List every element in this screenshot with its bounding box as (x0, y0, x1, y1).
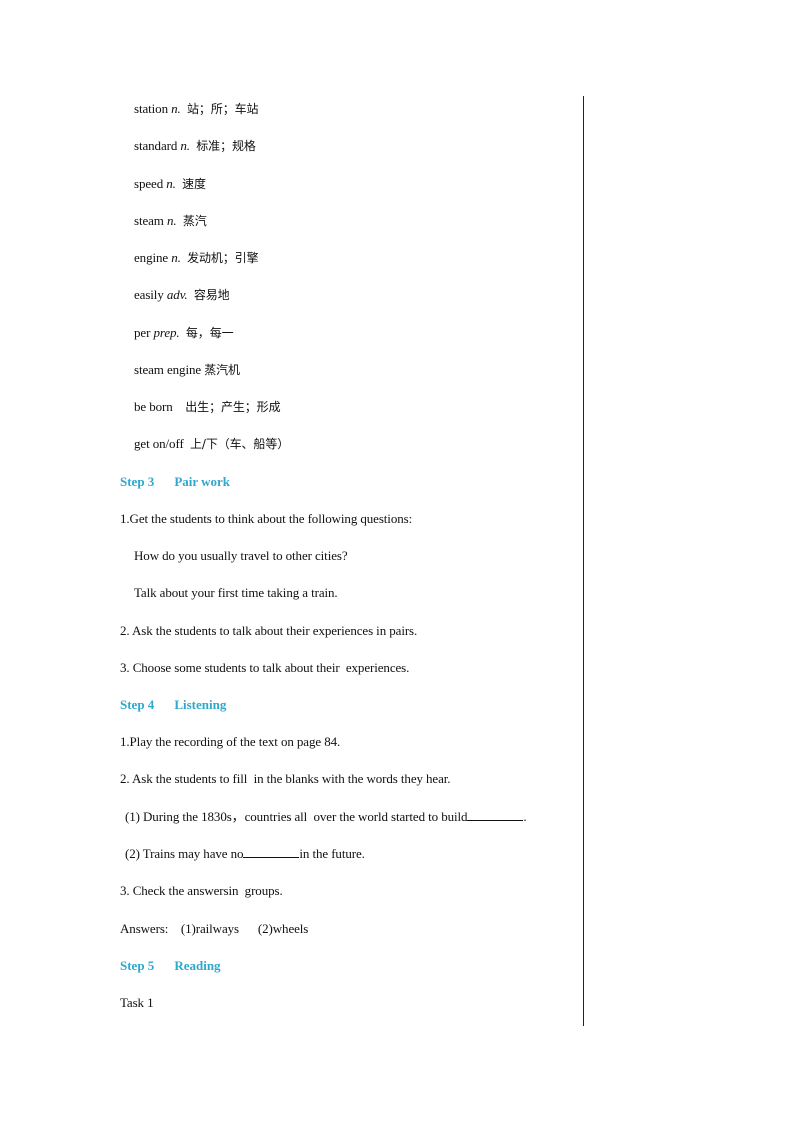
vocab-item: steam engine 蒸汽机 (134, 362, 240, 378)
table-right-border (583, 96, 584, 1026)
step4-fill-blank-1: (1) During the 1830s，countries all over … (125, 809, 527, 825)
step4-item-3: 3. Check the answersin groups. (120, 883, 283, 898)
step4-fill-blank-2: (2) Trains may have no in the future. (125, 846, 365, 862)
vocab-item: speed n. 速度 (134, 176, 206, 192)
vocab-pos: adv. (166, 287, 188, 302)
vocab-word: steam engine (134, 362, 202, 377)
blank-suffix: in the future. (299, 846, 365, 861)
vocab-word: be born (134, 399, 173, 414)
vocab-pos: n. (171, 250, 181, 265)
vocab-meaning: 容易地 (193, 288, 230, 302)
vocab-item: standard n. 标准；规格 (134, 138, 256, 154)
step-title: Listening (174, 697, 227, 712)
vocab-meaning: 上/下（车、船等） (189, 437, 290, 451)
vocab-meaning: 发动机；引擎 (187, 251, 259, 265)
answer-blank (243, 846, 300, 858)
vocab-pos: n. (171, 101, 181, 116)
vocab-meaning: 速度 (182, 177, 206, 191)
step5-heading: Step 5 Reading (120, 958, 221, 974)
step-number: Step 4 (120, 697, 155, 712)
vocab-item: engine n. 发动机；引擎 (134, 250, 259, 266)
blank-prompt: (1) During the 1830s，countries all over … (125, 809, 468, 824)
vocab-pos: n. (166, 176, 176, 191)
step3-item-3: 3. Choose some students to talk about th… (120, 660, 410, 675)
step-title: Pair work (174, 474, 231, 489)
vocab-word: engine (134, 250, 169, 265)
vocab-word: easily (134, 287, 164, 302)
step4-answers: Answers: (1)railways (2)wheels (120, 921, 309, 936)
step-number: Step 5 (120, 958, 155, 973)
step4-item-2: 2. Ask the students to fill in the blank… (120, 771, 451, 786)
vocab-item: easily adv. 容易地 (134, 287, 230, 303)
vocab-word: per (134, 325, 151, 340)
blank-suffix: . (523, 809, 527, 824)
step-number: Step 3 (120, 474, 155, 489)
step5-task: Task 1 (120, 995, 154, 1010)
step3-item-2: 2. Ask the students to talk about their … (120, 623, 418, 638)
vocab-meaning: 蒸汽机 (204, 363, 240, 377)
vocab-word: get on/off (134, 436, 184, 451)
vocab-item: per prep. 每，每一 (134, 325, 234, 341)
document-page: station n. 站；所；车站 standard n. 标准；规格 spee… (0, 0, 794, 1123)
blank-prompt: (2) Trains may have no (125, 846, 244, 861)
vocab-item: get on/off 上/下（车、船等） (134, 436, 289, 452)
vocab-pos: n. (180, 138, 190, 153)
vocab-word: speed (134, 176, 164, 191)
vocab-meaning: 每，每一 (185, 326, 234, 340)
step4-heading: Step 4 Listening (120, 697, 226, 713)
vocab-word: standard (134, 138, 178, 153)
vocab-item: be born 出生；产生；形成 (134, 399, 281, 415)
step3-item-1: 1.Get the students to think about the fo… (120, 511, 413, 526)
vocab-item: steam n. 蒸汽 (134, 213, 207, 229)
step-title: Reading (174, 958, 221, 973)
step3-heading: Step 3 Pair work (120, 474, 230, 490)
vocab-item: station n. 站；所；车站 (134, 101, 259, 117)
vocab-meaning: 出生；产生；形成 (185, 400, 281, 414)
step3-question-1: How do you usually travel to other citie… (134, 548, 348, 563)
step4-item-1: 1.Play the recording of the text on page… (120, 734, 341, 749)
vocab-pos: prep. (153, 325, 180, 340)
vocab-pos: n. (166, 213, 177, 228)
step3-question-2: Talk about your first time taking a trai… (134, 585, 338, 600)
vocab-meaning: 蒸汽 (182, 214, 207, 228)
vocab-word: steam (134, 213, 164, 228)
vocab-word: station (134, 101, 168, 116)
answer-blank (467, 809, 524, 821)
vocab-meaning: 站；所；车站 (187, 102, 259, 116)
vocab-meaning: 标准；规格 (196, 139, 256, 153)
